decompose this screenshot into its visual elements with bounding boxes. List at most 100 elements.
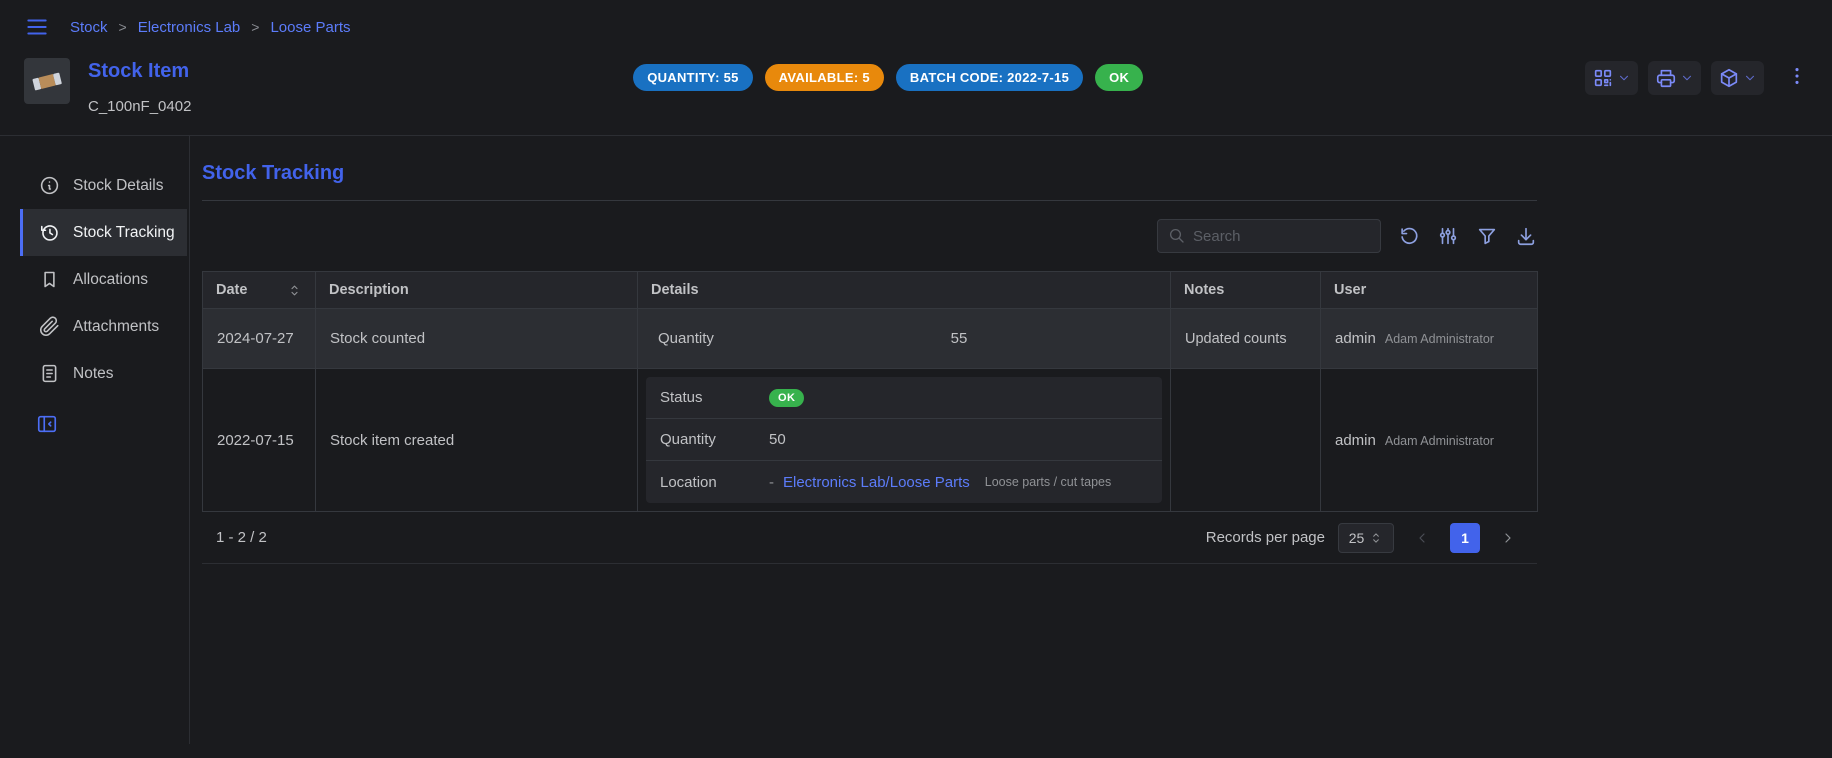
column-header-user: User [1321, 272, 1538, 309]
qrcode-icon [1592, 67, 1614, 89]
content-shell: Stock Details Stock Tracking Allocations… [0, 136, 1832, 744]
stock-actions-icon [1718, 67, 1740, 89]
pagination-controls: Records per page 25 1 [1206, 523, 1523, 553]
stock-item-thumbnail[interactable] [24, 58, 70, 104]
breadcrumb-link-electronics-lab[interactable]: Electronics Lab [138, 19, 241, 36]
user-fullname: Adam Administrator [1385, 332, 1494, 346]
description-cell: Stock item created [316, 369, 638, 512]
next-page-button[interactable] [1493, 523, 1523, 553]
detail-key: Status [660, 389, 760, 406]
detail-row-quantity: Quantity 50 [646, 419, 1162, 461]
details-cell: Status OK Quantity 50 Location [638, 369, 1171, 512]
filter-icon[interactable] [1476, 225, 1498, 247]
divider [202, 200, 1537, 201]
username: admin [1335, 330, 1376, 347]
sidebar-item-stock-details[interactable]: Stock Details [20, 162, 187, 209]
stock-actions-button[interactable] [1711, 61, 1764, 95]
column-header-description: Description [316, 272, 638, 309]
location-description: Loose parts / cut tapes [985, 475, 1111, 489]
records-per-page-value: 25 [1349, 530, 1365, 546]
detail-key: Quantity [658, 330, 768, 347]
sidebar-item-label: Stock Tracking [73, 224, 175, 242]
search-box [1157, 219, 1381, 253]
status-ok-badge: OK [769, 389, 804, 407]
search-input[interactable] [1193, 228, 1370, 245]
quantity-badge: QUANTITY: 55 [633, 64, 752, 91]
info-icon [39, 175, 60, 196]
user-cell: admin Adam Administrator [1321, 309, 1538, 369]
username: admin [1335, 432, 1376, 449]
prev-page-button[interactable] [1407, 523, 1437, 553]
available-badge: AVAILABLE: 5 [765, 64, 884, 91]
sidebar-item-notes[interactable]: Notes [20, 350, 187, 397]
detail-key: Quantity [660, 431, 760, 448]
menu-icon[interactable] [24, 14, 50, 40]
breadcrumb-link-loose-parts[interactable]: Loose Parts [270, 19, 350, 36]
notes-cell [1171, 369, 1321, 512]
detail-row: Quantity 55 [658, 330, 1150, 347]
sidebar-item-label: Stock Details [73, 177, 163, 195]
main-panel: Stock Tracking [190, 136, 1832, 744]
sidebar-item-stock-tracking[interactable]: Stock Tracking [20, 209, 187, 256]
location-link[interactable]: Electronics Lab/Loose Parts [783, 474, 970, 491]
user-fullname: Adam Administrator [1385, 434, 1494, 448]
breadcrumb-separator: > [119, 19, 127, 35]
breadcrumb: Stock > Electronics Lab > Loose Parts [70, 19, 351, 36]
search-icon [1168, 227, 1186, 245]
sidebar-collapse-button[interactable] [36, 413, 189, 435]
chevron-down-icon [1617, 71, 1631, 85]
dots-vertical-icon [1786, 65, 1808, 87]
sidebar-collapse-icon [36, 413, 58, 435]
records-per-page-select[interactable]: 25 [1338, 523, 1394, 553]
topbar: Stock > Electronics Lab > Loose Parts [0, 0, 1832, 50]
page-header: Stock Item C_100nF_0402 QUANTITY: 55 AVA… [0, 50, 1832, 136]
records-per-page-label: Records per page [1206, 529, 1325, 546]
status-badges: QUANTITY: 55 AVAILABLE: 5 BATCH CODE: 20… [191, 64, 1585, 91]
status-ok-badge: OK [1095, 64, 1143, 91]
sidebar: Stock Details Stock Tracking Allocations… [0, 136, 190, 744]
table-toolbar [202, 219, 1537, 253]
table-row: 2022-07-15 Stock item created Status OK [203, 369, 1538, 512]
details-subtable: Status OK Quantity 50 Location [646, 377, 1162, 503]
notes-cell: Updated counts [1171, 309, 1321, 369]
page-subtitle: C_100nF_0402 [88, 98, 191, 115]
history-icon [39, 222, 60, 243]
refresh-icon[interactable] [1398, 225, 1420, 247]
printer-icon [1655, 67, 1677, 89]
record-range: 1 - 2 / 2 [216, 529, 267, 546]
barcode-actions-button[interactable] [1585, 61, 1638, 95]
detail-row-status: Status OK [646, 377, 1162, 419]
batch-code-badge: BATCH CODE: 2022-7-15 [896, 64, 1083, 91]
notes-icon [39, 363, 60, 384]
stock-tracking-table: Date Description Details Notes User [202, 271, 1538, 512]
table-header-row: Date Description Details Notes User [203, 272, 1538, 309]
selector-icon [1369, 531, 1383, 545]
bookmark-icon [39, 269, 60, 290]
menu-dots-button[interactable] [1786, 65, 1808, 91]
sidebar-item-label: Notes [73, 365, 114, 383]
date-cell: 2024-07-27 [203, 309, 316, 369]
table-row: 2024-07-27 Stock counted Quantity 55 Upd… [203, 309, 1538, 369]
description-cell: Stock counted [316, 309, 638, 369]
detail-row-location: Location - Electronics Lab/Loose Parts L… [646, 461, 1162, 503]
page-title: Stock Item [88, 60, 191, 83]
header-actions [1585, 61, 1808, 95]
table-settings-icon[interactable] [1437, 225, 1459, 247]
chevron-right-icon [1500, 530, 1516, 546]
date-cell: 2022-07-15 [203, 369, 316, 512]
details-cell: Quantity 55 [638, 309, 1171, 369]
paperclip-icon [39, 316, 60, 337]
sidebar-item-label: Attachments [73, 318, 159, 336]
user-cell: admin Adam Administrator [1321, 369, 1538, 512]
breadcrumb-link-stock[interactable]: Stock [70, 19, 108, 36]
column-header-date[interactable]: Date [203, 272, 316, 309]
sidebar-item-attachments[interactable]: Attachments [20, 303, 187, 350]
page-1-button[interactable]: 1 [1450, 523, 1480, 553]
download-icon[interactable] [1515, 225, 1537, 247]
column-header-details: Details [638, 272, 1171, 309]
table-footer: 1 - 2 / 2 Records per page 25 1 [202, 512, 1537, 564]
sidebar-item-allocations[interactable]: Allocations [20, 256, 187, 303]
sidebar-item-label: Allocations [73, 271, 148, 289]
print-actions-button[interactable] [1648, 61, 1701, 95]
detail-value: 50 [769, 431, 786, 448]
